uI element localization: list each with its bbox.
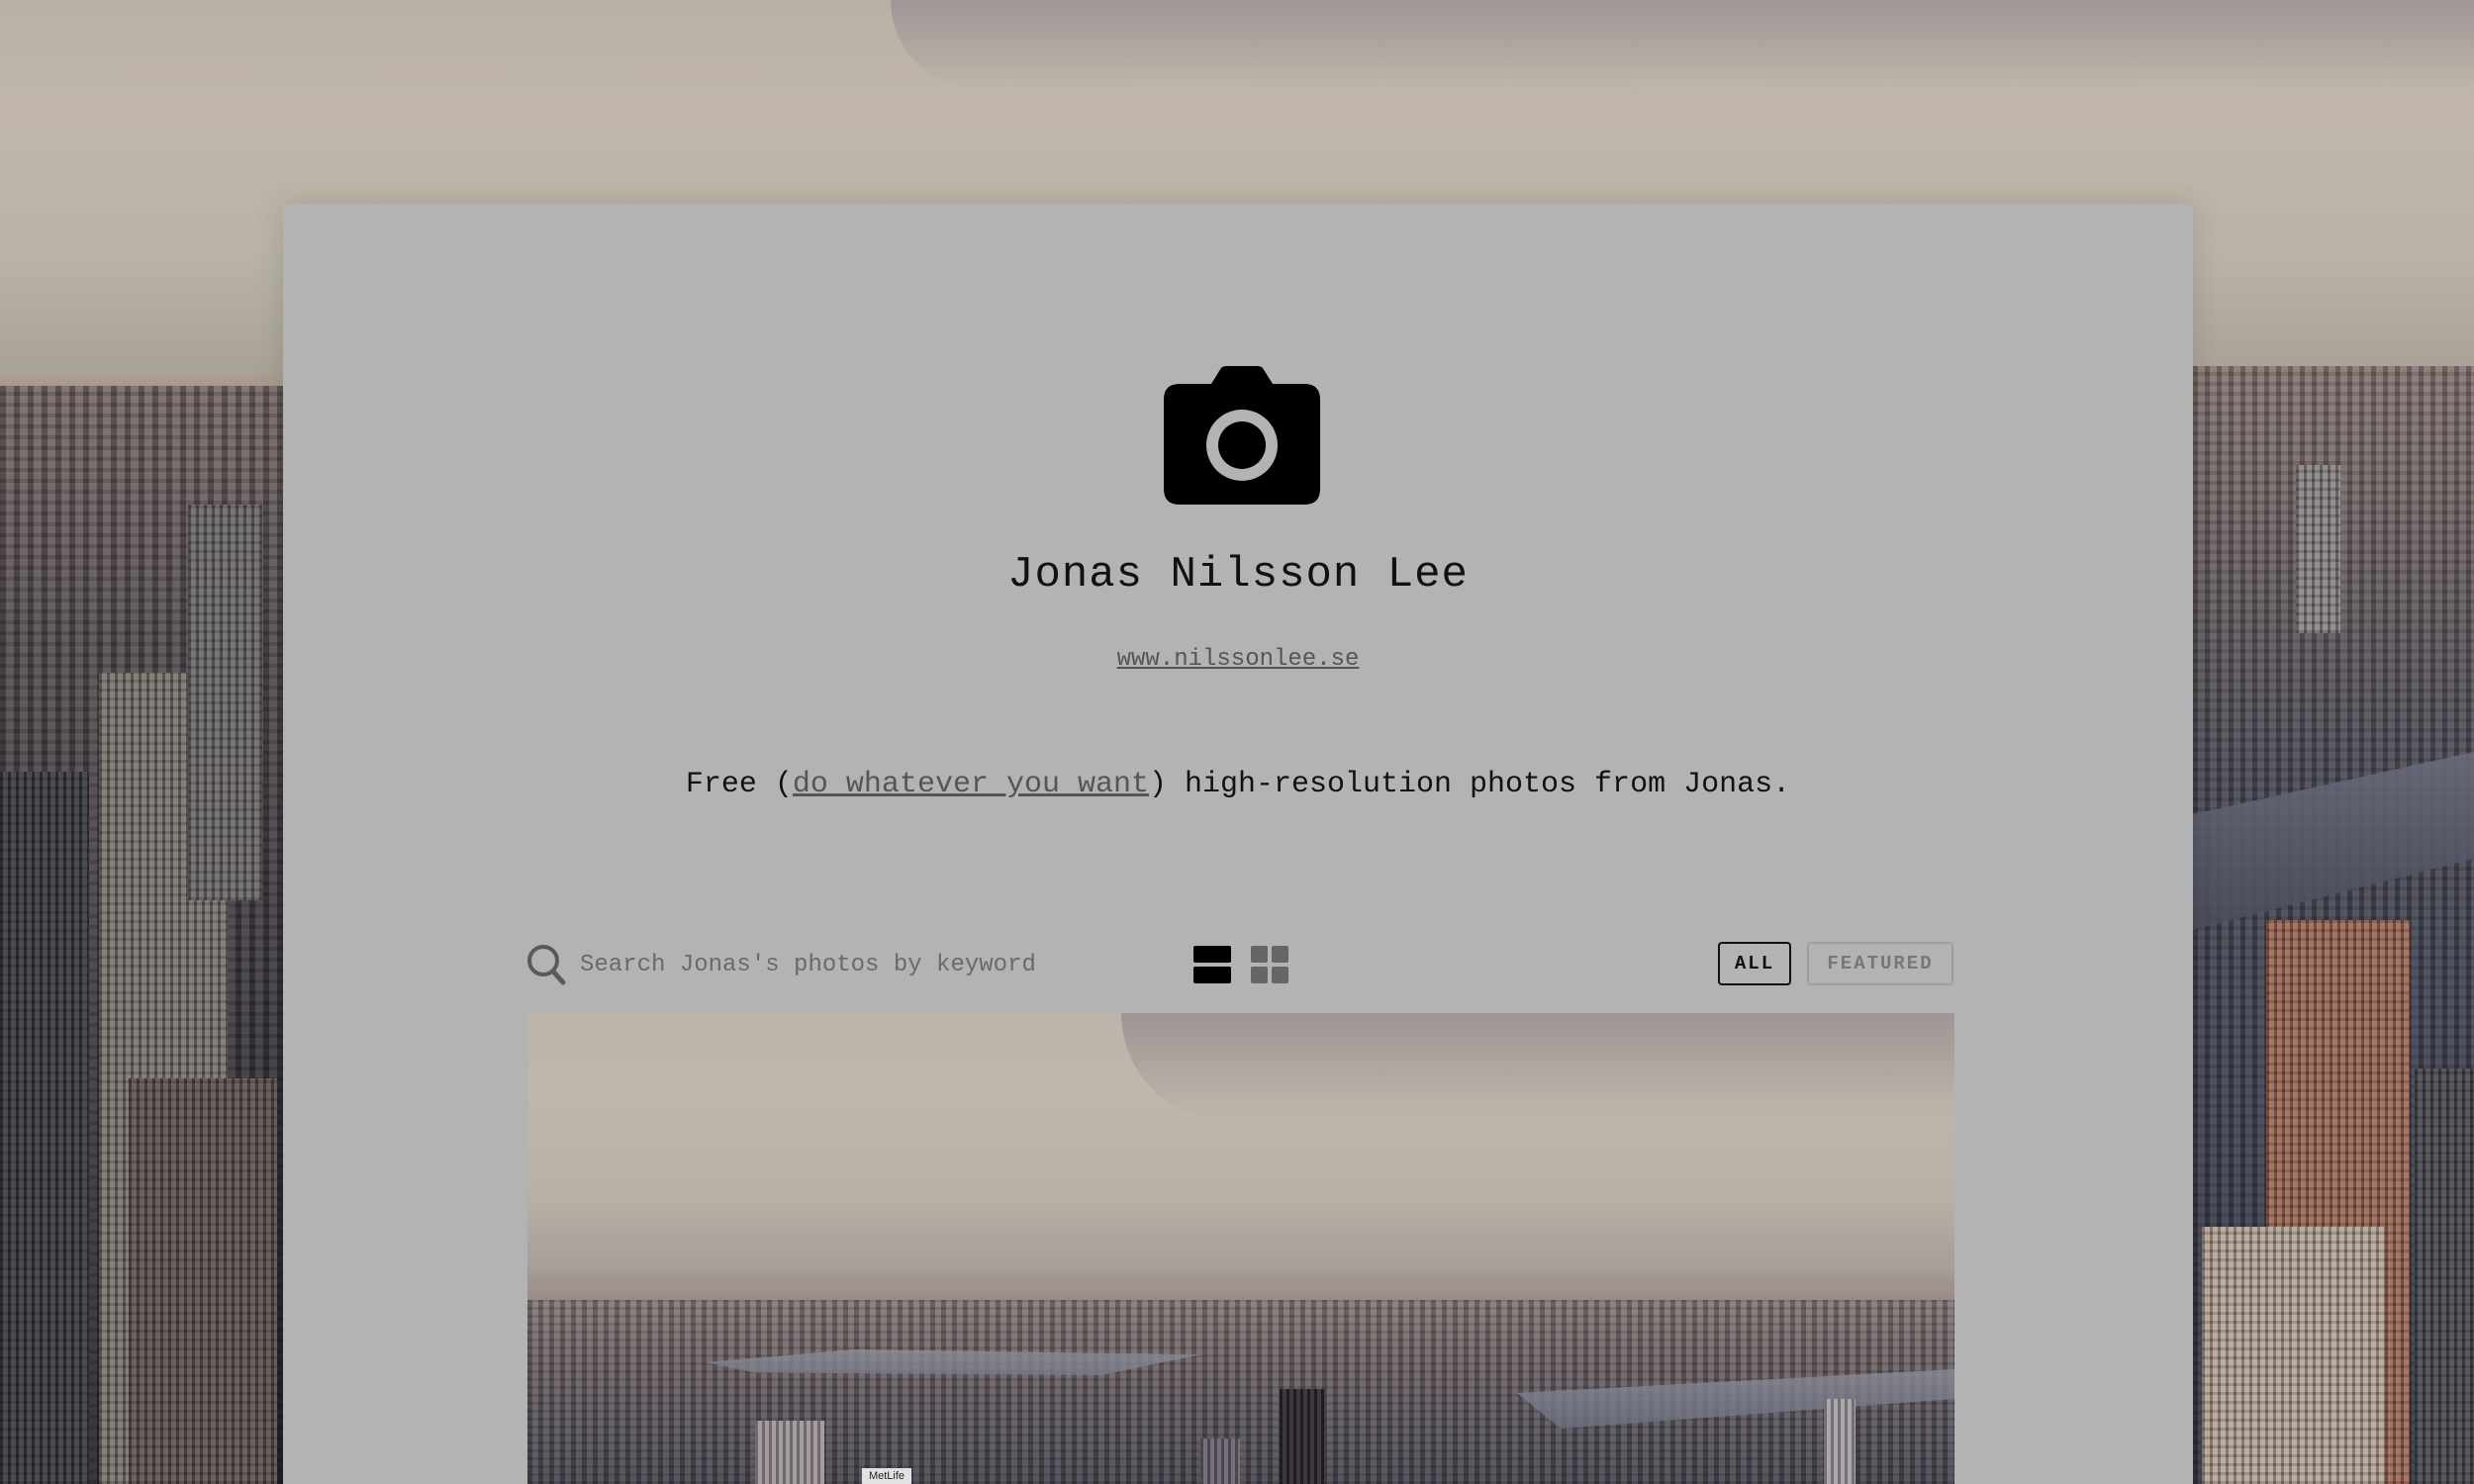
background-tower — [0, 772, 89, 1484]
background-tower — [2296, 465, 2340, 633]
grid-view-icon[interactable] — [1251, 946, 1288, 983]
photo-building — [755, 1421, 824, 1484]
photo-building — [1824, 1399, 1856, 1484]
profile-panel: Jonas Nilsson Lee www.nilssonlee.se Free… — [283, 204, 2193, 1484]
filter-all-button[interactable]: ALL — [1718, 942, 1791, 985]
list-view-icon[interactable] — [1193, 946, 1231, 983]
license-link[interactable]: do whatever you want — [793, 768, 1149, 801]
tagline: Free (do whatever you want) high-resolut… — [283, 768, 2193, 801]
photo-card[interactable]: MetLife — [527, 1013, 1954, 1484]
camera-icon — [1164, 366, 1320, 505]
background-tower — [2415, 1068, 2474, 1484]
website-link[interactable]: www.nilssonlee.se — [283, 646, 2193, 673]
search-input[interactable] — [580, 944, 1094, 985]
photo-billboard: MetLife — [862, 1468, 911, 1484]
background-tower — [2202, 1227, 2385, 1484]
photo-building — [1200, 1438, 1240, 1484]
background-tower — [188, 505, 262, 900]
author-name: Jonas Nilsson Lee — [1007, 550, 1469, 600]
background-cloud — [891, 0, 2474, 89]
tagline-suffix: ) high-resolution photos from Jonas. — [1148, 768, 1791, 801]
background-tower — [129, 1078, 277, 1484]
photo-cloud — [1121, 1013, 1954, 1122]
search-icon[interactable] — [526, 944, 566, 985]
tagline-prefix: Free ( — [685, 768, 793, 801]
filter-featured-button[interactable]: FEATURED — [1807, 942, 1953, 985]
photo-building — [1280, 1389, 1325, 1484]
